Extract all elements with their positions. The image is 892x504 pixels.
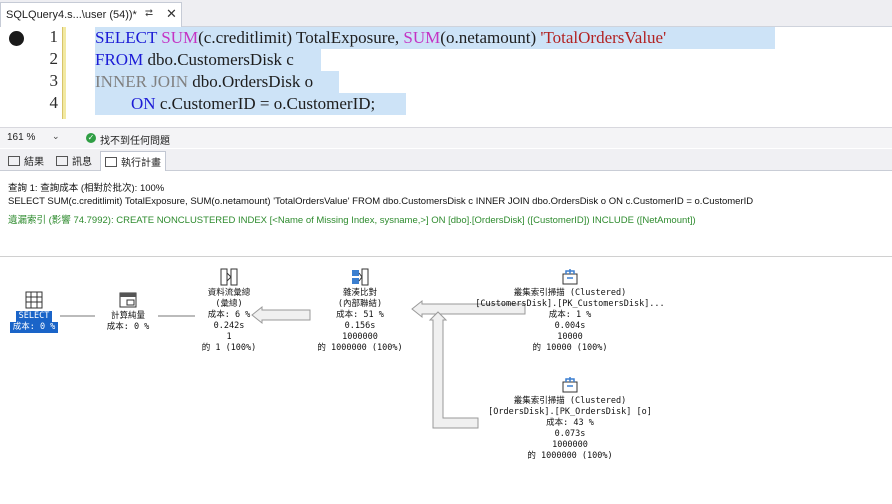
plan-node-compute-scalar[interactable]: 計算純量 成本: 0 % [97,291,159,333]
code-line-4: ON c.CustomerID = o.CustomerID; [131,93,375,115]
document-icon [56,155,68,166]
scan1-time: 0.004s [554,321,586,331]
query-document-tab[interactable]: SQLQuery4.s...\user (54))* ⮂ ✕ [0,2,182,27]
document-tab-strip: SQLQuery4.s...\user (54))* ⮂ ✕ [0,0,892,27]
hash-match-rows: 1000000 [342,332,378,342]
query-text-line: SELECT SUM(c.creditlimit) TotalExposure,… [8,196,754,207]
close-icon[interactable]: ✕ [166,6,177,22]
plan-node-stream-aggregate[interactable]: 資料流彙總 (彙總) 成本: 6 % 0.242s 1 的 1 (100%) [185,268,273,354]
scan2-object: [OrdersDisk].[PK_OrdersDisk] [o] [488,407,652,417]
code-text: dbo.CustomersDisk c [143,50,294,69]
hash-match-time: 0.156s [344,321,376,331]
plan-node-clustered-scan-orders[interactable]: 叢集索引掃描 (Clustered) [OrdersDisk].[PK_Orde… [470,376,670,462]
query-cost-line: 查詢 1: 查詢成本 (相對於批次): 100% [8,183,165,194]
keyword: SELECT [95,28,158,47]
stream-aggregate-label: 資料流彙總 [207,288,251,298]
compute-scalar-label: 計算純量 [110,311,145,321]
scan1-cost: 成本: 1 % [548,310,592,320]
line-number: 4 [49,93,59,112]
clustered-index-scan-icon [562,377,578,393]
string-literal: 'TotalOrdersValue' [540,28,667,47]
grid-icon [8,155,20,166]
breakpoint-icon[interactable] [9,31,24,46]
scan2-time: 0.073s [554,429,586,439]
scan2-of: 的 1000000 (100%) [527,451,613,461]
clustered-index-scan-icon [562,269,578,285]
tab-results-label: 結果 [24,157,44,168]
editor-status-bar: 161 % ⌄ ✓ 找不到任何問題 [0,127,892,148]
code-line-1: SELECT SUM(c.creditlimit) TotalExposure,… [95,27,666,49]
function: SUM [161,28,199,47]
hash-match-icon [352,268,369,286]
scan2-cost: 成本: 43 % [546,418,594,428]
keyword: FROM [95,50,144,69]
sql-editor[interactable]: 1 2 3 4 SELECT SUM(c.creditlimit) TotalE… [0,27,892,127]
execution-plan-diagram[interactable]: SELECT 成本: 0 % 計算純量 成本: 0 % 資料流彙總 (彙總) 成… [0,258,892,504]
hash-match-label: 雜湊比對 [342,288,377,298]
keyword: INNER JOIN [95,72,189,91]
scan1-object: [CustomersDisk].[PK_CustomersDisk]... [475,299,665,309]
scan2-label: 叢集索引掃描 (Clustered) [513,396,627,406]
stream-aggregate-rows: 1 [226,332,232,342]
scan1-of: 的 10000 (100%) [532,343,608,353]
chevron-down-icon[interactable]: ⌄ [52,131,60,142]
change-indicator-bar [62,27,66,119]
stream-aggregate-of: 的 1 (100%) [201,343,257,353]
plan-node-select[interactable]: SELECT 成本: 0 % [5,291,63,333]
select-node-cost: 成本: 0 % [9,322,59,333]
code-text: c.CustomerID = o.CustomerID; [155,94,376,113]
query-tab-title: SQLQuery4.s...\user (54))* [6,9,137,21]
tab-execution-plan[interactable]: 執行計畫 [100,151,166,171]
code-line-2: FROM dbo.CustomersDisk c [95,49,294,71]
plan-header: 查詢 1: 查詢成本 (相對於批次): 100% SELECT SUM(c.cr… [0,172,892,257]
hash-match-sub: (內部聯結) [337,299,383,309]
function: SUM [403,28,441,47]
hash-match-cost: 成本: 51 % [336,310,384,320]
scan1-rows: 10000 [557,332,583,342]
scan2-rows: 1000000 [552,440,588,450]
compute-scalar-icon [119,292,137,308]
line-number: 1 [49,27,59,46]
missing-index-line[interactable]: 遺漏索引 (影響 74.7992): CREATE NONCLUSTERED I… [8,212,696,226]
plan-node-hash-match[interactable]: 雜湊比對 (內部聯結) 成本: 51 % 0.156s 1000000 的 10… [310,268,410,354]
stream-aggregate-icon [220,268,238,286]
tab-results[interactable]: 結果 [4,151,48,170]
line-number: 2 [49,49,59,68]
tab-messages[interactable]: 訊息 [52,151,96,170]
plan-node-clustered-scan-customers[interactable]: 叢集索引掃描 (Clustered) [CustomersDisk].[PK_C… [470,268,670,354]
execution-plan-icon [105,156,117,167]
select-node-label: SELECT [15,311,53,322]
tab-execution-plan-label: 執行計畫 [121,158,161,169]
pin-icon[interactable]: ⮂ [145,8,153,19]
select-node-icon [25,291,43,309]
scan1-label: 叢集索引掃描 (Clustered) [513,288,627,298]
zoom-level[interactable]: 161 % [7,132,35,143]
keyword: ON [131,94,156,113]
code-line-3: INNER JOIN dbo.OrdersDisk o [95,71,313,93]
tab-messages-label: 訊息 [72,157,92,168]
check-circle-icon: ✓ [86,133,96,143]
code-text: (o.netamount) [440,28,541,47]
code-text: (c.creditlimit) TotalExposure, [198,28,404,47]
stream-aggregate-time: 0.242s [213,321,245,331]
issues-status: 找不到任何問題 [100,136,170,147]
ssms-window: SQLQuery4.s...\user (54))* ⮂ ✕ 1 2 3 4 S… [0,0,892,504]
code-text: dbo.OrdersDisk o [188,72,314,91]
stream-aggregate-sub: (彙總) [215,299,243,309]
hash-match-of: 的 1000000 (100%) [317,343,403,353]
compute-scalar-cost: 成本: 0 % [106,322,150,332]
line-number: 3 [49,71,59,90]
results-tab-strip: 結果 訊息 執行計畫 [0,149,892,171]
stream-aggregate-cost: 成本: 6 % [207,310,251,320]
